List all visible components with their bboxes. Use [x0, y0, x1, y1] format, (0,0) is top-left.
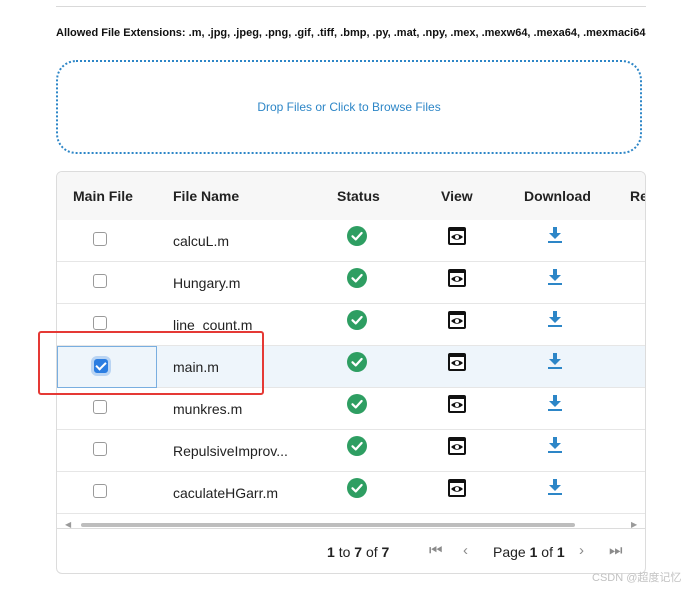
download-icon[interactable] [547, 478, 563, 496]
header-view[interactable]: View [441, 172, 473, 220]
download-icon[interactable] [547, 352, 563, 370]
watermark: CSDN @超度记忆 [592, 572, 682, 584]
main-file-checkbox[interactable] [93, 484, 107, 498]
main-file-cell[interactable] [57, 346, 157, 388]
eye-icon[interactable] [447, 478, 467, 498]
page-of-word: of [541, 544, 553, 560]
grid-body: calcuL.m Hungary.m line_count.m main.m munkr… [57, 220, 645, 515]
download-icon[interactable] [547, 394, 563, 412]
eye-icon[interactable] [447, 226, 467, 246]
main-file-checkbox[interactable] [93, 232, 107, 246]
page-word: Page [493, 544, 526, 560]
header-status[interactable]: Status [337, 172, 380, 220]
main-file-cell[interactable] [57, 388, 157, 430]
range-end: 7 [354, 544, 363, 560]
last-page-icon[interactable]: ⏭ [609, 542, 623, 559]
files-grid: Main File File Name Status View Download… [56, 171, 646, 574]
main-file-cell[interactable] [57, 262, 157, 304]
download-icon[interactable] [547, 268, 563, 286]
header-main-file[interactable]: Main File [73, 172, 133, 220]
table-row[interactable]: caculateHGarr.m [57, 472, 645, 514]
dropzone-label: Drop Files or Click to Browse Files [257, 100, 441, 114]
top-divider [56, 6, 646, 7]
main-file-cell[interactable] [57, 220, 157, 262]
main-file-checkbox[interactable] [93, 442, 107, 456]
table-row[interactable]: munkres.m [57, 388, 645, 430]
page-current: 1 [529, 544, 538, 560]
page-total: 1 [556, 544, 565, 560]
allowed-extensions-text: Allowed File Extensions: .m, .jpg, .jpeg… [56, 27, 646, 39]
file-name: Hungary.m [173, 275, 241, 291]
scrollbar-thumb[interactable] [81, 523, 575, 527]
table-row[interactable]: line_count.m [57, 304, 645, 346]
page-indicator: Page 1 of 1 [493, 544, 565, 560]
main-file-checkbox[interactable] [93, 400, 107, 414]
eye-icon[interactable] [447, 268, 467, 288]
check-circle-icon [347, 226, 367, 246]
table-row[interactable]: Hungary.m [57, 262, 645, 304]
main-file-checkbox[interactable] [93, 316, 107, 330]
eye-icon[interactable] [447, 436, 467, 456]
header-file-name[interactable]: File Name [173, 172, 239, 220]
range-total: 7 [381, 544, 390, 560]
range-to-word: to [338, 544, 351, 560]
horizontal-scrollbar[interactable]: ◀ ▶ [57, 520, 645, 529]
file-name: munkres.m [173, 401, 243, 417]
row-count: 1 to 7 of 7 [327, 544, 389, 560]
next-page-icon[interactable]: › [579, 542, 584, 559]
download-icon[interactable] [547, 436, 563, 454]
eye-icon[interactable] [447, 352, 467, 372]
pagination-bar: 1 to 7 of 7 ⏮ ‹ Page 1 of 1 › ⏭ [57, 528, 645, 573]
eye-icon[interactable] [447, 310, 467, 330]
file-name: calcuL.m [173, 233, 230, 249]
check-circle-icon [347, 310, 367, 330]
check-circle-icon [347, 394, 367, 414]
main-file-checkbox[interactable] [94, 359, 108, 373]
main-file-cell[interactable] [57, 304, 157, 346]
header-download[interactable]: Download [524, 172, 591, 220]
download-icon[interactable] [547, 310, 563, 328]
first-page-icon[interactable]: ⏮ [429, 542, 443, 559]
table-row[interactable]: RepulsiveImprov... [57, 430, 645, 472]
file-dropzone[interactable]: Drop Files or Click to Browse Files [56, 60, 642, 154]
grid-header: Main File File Name Status View Download… [57, 172, 645, 221]
file-name: caculateHGarr.m [173, 485, 279, 501]
file-name: main.m [173, 359, 219, 375]
table-row[interactable]: calcuL.m [57, 220, 645, 262]
main-file-cell[interactable] [57, 430, 157, 472]
eye-icon[interactable] [447, 394, 467, 414]
check-circle-icon [347, 478, 367, 498]
header-remove-partial[interactable]: Re [630, 172, 645, 220]
download-icon[interactable] [547, 226, 563, 244]
range-start: 1 [327, 544, 335, 560]
table-row[interactable]: main.m [57, 346, 645, 388]
file-name: RepulsiveImprov... [173, 443, 288, 459]
main-file-cell[interactable] [57, 472, 157, 514]
range-of-word: of [365, 544, 378, 560]
check-circle-icon [347, 352, 367, 372]
file-name: line_count.m [173, 317, 253, 333]
check-circle-icon [347, 268, 367, 288]
main-file-checkbox[interactable] [93, 274, 107, 288]
check-circle-icon [347, 436, 367, 456]
prev-page-icon[interactable]: ‹ [463, 542, 468, 559]
